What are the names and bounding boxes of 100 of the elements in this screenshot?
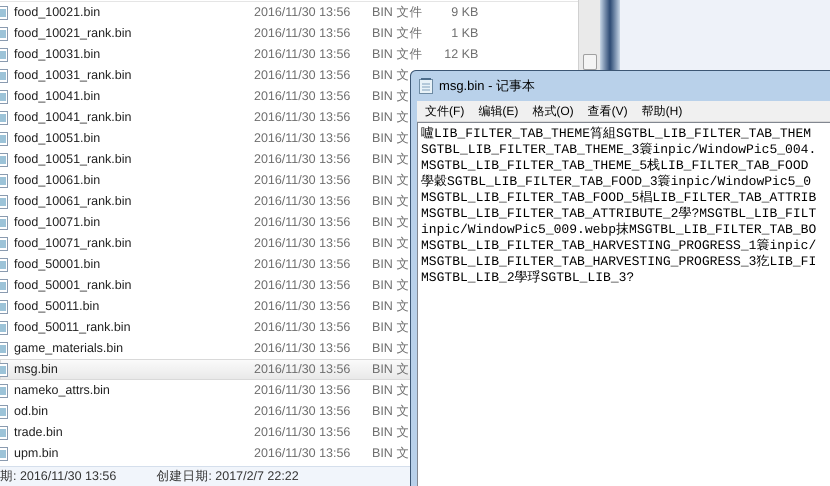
file-row[interactable]: food_10071.bin 2016/11/30 13:56 BIN 文 <box>0 212 412 234</box>
file-name: food_10021.bin <box>14 4 102 22</box>
menu-item[interactable]: 编辑(E) <box>478 102 518 120</box>
file-size: 12 KB <box>443 46 478 64</box>
file-type: BIN 文 <box>372 382 410 400</box>
file-date: 2016/11/30 13:56 <box>254 382 352 400</box>
file-date: 2016/11/30 13:56 <box>254 403 352 420</box>
file-date: 2016/11/30 13:56 <box>254 172 352 190</box>
file-date: 2016/11/30 13:56 <box>254 67 352 84</box>
file-row[interactable]: od.bin 2016/11/30 13:56 BIN 文 <box>0 401 412 422</box>
file-name: trade.bin <box>14 424 64 442</box>
text-line: MSGTBL_LIB_FILTER_TAB_THEME_5栈LIB_FILTER_TAB_FOOD <box>421 158 810 174</box>
file-type: BIN 文 <box>372 88 410 106</box>
file-type: BIN 文件 <box>372 46 422 64</box>
file-row[interactable]: upm.bin 2016/11/30 13:56 BIN 文 <box>0 443 412 464</box>
text-line: MSGTBL_LIB_FILTER_TAB_FOOD_5椙LIB_FILTER_TAB_ATTRIB <box>421 190 818 206</box>
file-date: 2016/11/30 13:56 <box>254 193 352 210</box>
file-type: BIN 文 <box>372 130 410 148</box>
file-date: 2016/11/30 13:56 <box>254 361 352 378</box>
menu-item[interactable]: 查看(V) <box>588 102 628 120</box>
text-line: MSGTBL_LIB_FILTER_TAB_HARVESTING_PROGRESS_1簑inpic/ <box>421 238 818 254</box>
modified-date: 期: 2016/11/30 13:56 <box>0 468 116 486</box>
menu-item[interactable]: 格式(O) <box>532 102 574 120</box>
file-name: food_50011.bin <box>14 298 100 316</box>
window-title: msg.bin - 记事本 <box>439 77 536 96</box>
menu-item[interactable]: 帮助(H) <box>642 102 682 120</box>
file-row[interactable]: food_10041_rank.bin 2016/11/30 13:56 BIN 文 <box>0 107 412 128</box>
file-name: food_50011_rank.bin <box>14 319 132 336</box>
file-icon <box>0 362 8 377</box>
file-row[interactable]: food_10071_rank.bin 2016/11/30 13:56 BIN 文 <box>0 233 412 254</box>
file-name: food_10041.bin <box>14 88 102 106</box>
file-name: food_10051.bin <box>14 130 102 148</box>
file-name: msg.bin <box>14 361 59 378</box>
file-date: 2016/11/30 13:56 <box>254 151 352 168</box>
file-name: od.bin <box>14 403 50 420</box>
file-name: food_50001_rank.bin <box>14 277 132 294</box>
file-row[interactable]: trade.bin 2016/11/30 13:56 BIN 文 <box>0 422 412 444</box>
file-date: 2016/11/30 13:56 <box>254 340 352 358</box>
file-type: BIN 文件 <box>372 4 422 22</box>
file-type: BIN 文 <box>372 403 410 420</box>
file-date: 2016/11/30 13:56 <box>254 4 352 22</box>
file-row[interactable]: food_10061.bin 2016/11/30 13:56 BIN 文 <box>0 170 412 192</box>
file-type: BIN 文 <box>372 235 410 252</box>
menu-item[interactable]: 文件(F) <box>425 102 464 120</box>
file-date: 2016/11/30 13:56 <box>254 88 352 106</box>
file-name: food_10061.bin <box>14 172 102 190</box>
file-name: food_10071_rank.bin <box>14 235 132 252</box>
file-row[interactable]: food_10021.bin 2016/11/30 13:56 BIN 文件 9 KB <box>0 2 480 24</box>
file-size: 9 KB <box>450 4 478 22</box>
notepad-icon <box>419 78 433 94</box>
file-name: food_10041_rank.bin <box>14 109 132 126</box>
file-name: food_10051_rank.bin <box>14 151 132 168</box>
file-type: BIN 文 <box>372 445 410 462</box>
file-date: 2016/11/30 13:56 <box>254 319 352 336</box>
file-row[interactable]: food_50011.bin 2016/11/30 13:56 BIN 文 <box>0 296 412 318</box>
file-row[interactable]: msg.bin 2016/11/30 13:56 BIN 文 <box>0 359 412 380</box>
file-date: 2016/11/30 13:56 <box>254 256 352 274</box>
file-date: 2016/11/30 13:56 <box>254 445 352 462</box>
file-date: 2016/11/30 13:56 <box>254 277 352 294</box>
file-type: BIN 文件 <box>372 25 422 42</box>
file-name: food_10031_rank.bin <box>14 67 132 84</box>
file-row[interactable]: nameko_attrs.bin 2016/11/30 13:56 BIN 文 <box>0 380 412 402</box>
file-name: game_materials.bin <box>14 340 124 358</box>
file-row[interactable]: food_50001_rank.bin 2016/11/30 13:56 BIN 文 <box>0 275 412 296</box>
text-line: inpic/WindowPic5_009.webp抹MSGTBL_LIB_FILTER_TAB_BO <box>421 222 818 238</box>
file-size: 1 KB <box>450 25 478 42</box>
text-line: 學穀SGTBL_LIB_FILTER_TAB_FOOD_3簑inpic/WindowPic5_0 <box>421 174 812 190</box>
file-date: 2016/11/30 13:56 <box>254 235 352 252</box>
file-type: BIN 文 <box>372 214 410 232</box>
file-date: 2016/11/30 13:56 <box>254 214 352 232</box>
file-row[interactable]: game_materials.bin 2016/11/30 13:56 BIN 文 <box>0 338 412 360</box>
file-type: BIN 文 <box>372 109 410 126</box>
file-type: BIN 文 <box>372 256 410 274</box>
file-row[interactable]: food_10051.bin 2016/11/30 13:56 BIN 文 <box>0 128 412 150</box>
file-row[interactable]: food_10051_rank.bin 2016/11/30 13:56 BIN 文 <box>0 149 412 170</box>
file-type: BIN 文 <box>372 277 410 294</box>
file-row[interactable]: food_50001.bin 2016/11/30 13:56 BIN 文 <box>0 254 412 276</box>
file-type: BIN 文 <box>372 361 410 378</box>
file-type: BIN 文 <box>372 298 410 316</box>
file-type: BIN 文 <box>372 151 410 168</box>
file-name: upm.bin <box>14 445 60 462</box>
file-row[interactable]: food_50011_rank.bin 2016/11/30 13:56 BIN 文 <box>0 317 412 338</box>
created-date: 创建日期: 2017/2/7 22:22 <box>156 468 299 486</box>
file-type: BIN 文 <box>372 319 410 336</box>
file-date: 2016/11/30 13:56 <box>254 109 352 126</box>
file-type: BIN 文 <box>372 340 410 358</box>
file-row[interactable]: food_10041.bin 2016/11/30 13:56 BIN 文 <box>0 86 412 108</box>
file-row[interactable]: food_10031_rank.bin 2016/11/30 13:56 BIN 文 <box>0 65 412 86</box>
file-name: food_10031.bin <box>14 46 102 64</box>
file-date: 2016/11/30 13:56 <box>254 424 352 442</box>
scrollbar-thumb[interactable] <box>582 54 596 70</box>
file-row[interactable]: food_10061_rank.bin 2016/11/30 13:56 BIN 文 <box>0 191 412 212</box>
file-type: BIN 文 <box>372 67 410 84</box>
text-line: 嚧LIB_FILTER_TAB_THEME筲組SGTBL_LIB_FILTER_TAB_THEM <box>421 126 812 142</box>
file-date: 2016/11/30 13:56 <box>254 298 352 316</box>
file-date: 2016/11/30 13:56 <box>254 130 352 148</box>
text-line: MSGTBL_LIB_FILTER_TAB_ATTRIBUTE_2學?MSGTBL_LIB_FILT <box>421 206 818 222</box>
file-row[interactable]: food_10031.bin 2016/11/30 13:56 BIN 文件 12 KB <box>0 44 480 66</box>
text-line: MSGTBL_LIB_2學琈SGTBL_LIB_3? <box>421 270 636 286</box>
file-row[interactable]: food_10021_rank.bin 2016/11/30 13:56 BIN 文件 1 KB <box>0 23 480 44</box>
